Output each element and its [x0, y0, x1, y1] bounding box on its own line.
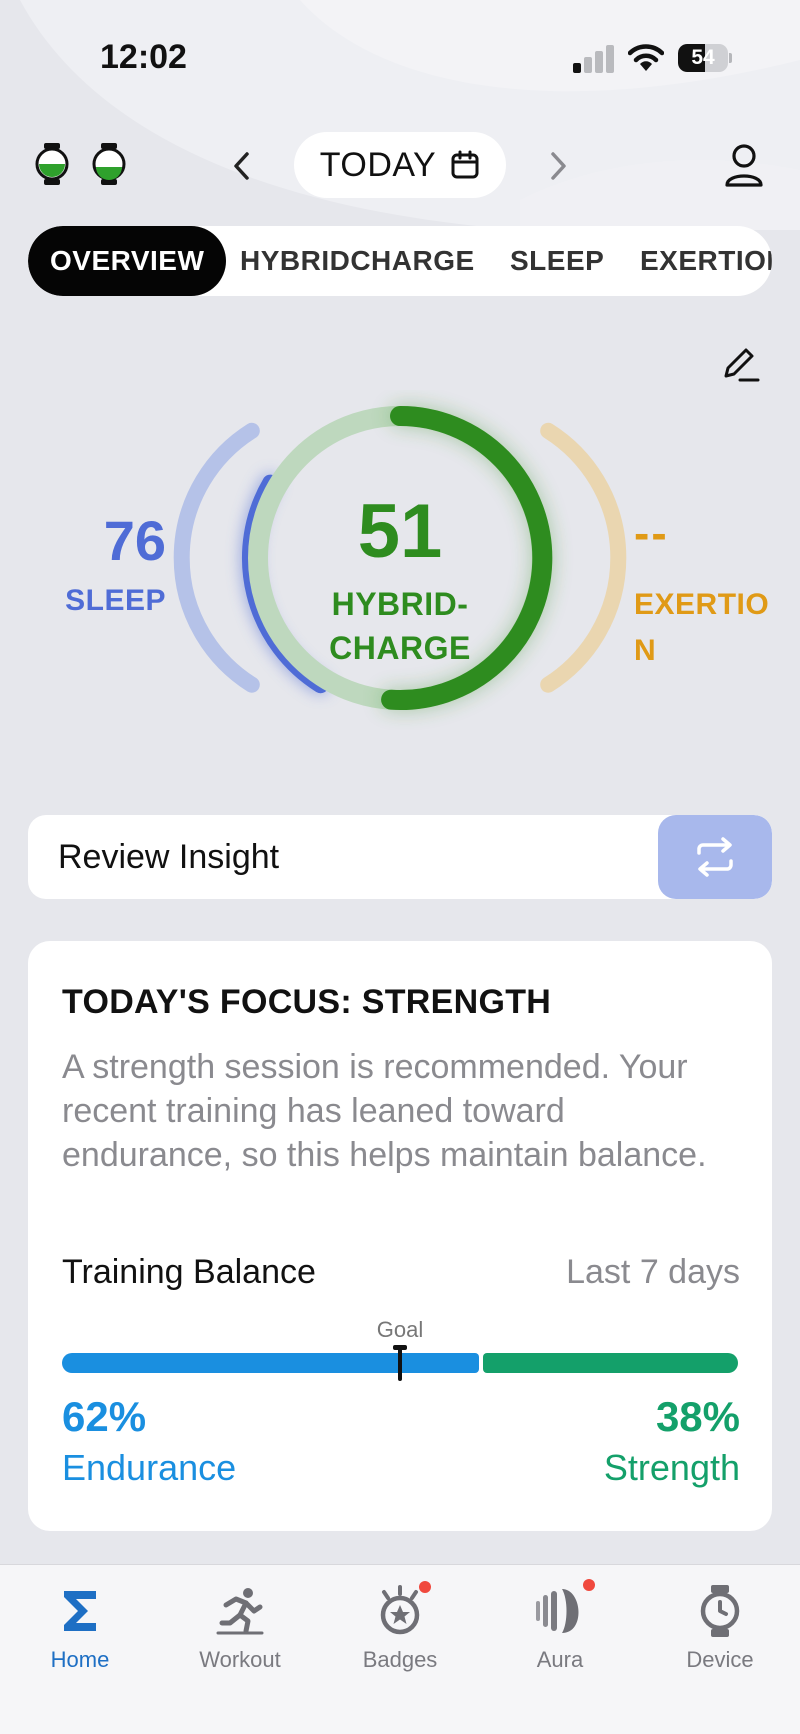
bottom-navigation: Home Workout Badges Aura Device	[0, 1564, 800, 1734]
hybridcharge-label: HYBRID- CHARGE	[329, 586, 471, 666]
review-insight-label: Review Insight	[58, 838, 280, 876]
aura-icon	[536, 1589, 579, 1633]
sleep-label: SLEEP	[65, 584, 166, 617]
nav-badges[interactable]: Badges	[320, 1565, 480, 1695]
todays-focus-card[interactable]: TODAY'S FOCUS: STRENGTH A strength sessi…	[28, 941, 772, 1531]
exertion-score[interactable]: --	[634, 506, 669, 560]
endurance-label: Endurance	[62, 1447, 237, 1488]
exertion-arc-track	[540, 422, 627, 693]
strength-bar	[483, 1353, 738, 1373]
strength-label: Strength	[603, 1447, 740, 1488]
tab-overview[interactable]: OVERVIEW	[28, 226, 227, 296]
medal-icon	[380, 1585, 420, 1635]
nav-home-label: Home	[50, 1647, 110, 1672]
badges-notification-dot	[419, 1581, 431, 1593]
chevron-right-icon[interactable]	[544, 150, 572, 182]
training-balance-period: Last 7 days	[566, 1253, 740, 1291]
profile-icon[interactable]	[724, 143, 764, 187]
sleep-arc-track	[173, 422, 260, 693]
nav-workout[interactable]: Workout	[160, 1565, 320, 1695]
battery-level: 54	[691, 46, 715, 69]
review-insight-card[interactable]: Review Insight	[28, 815, 772, 899]
strength-percent: 38%	[655, 1393, 740, 1440]
tab-exertion[interactable]: EXERTION	[640, 226, 772, 296]
goal-label: Goal	[376, 1317, 424, 1342]
tab-bar: OVERVIEW HYBRIDCHARGE SLEEP EXERTION	[28, 226, 772, 296]
nav-badges-label: Badges	[362, 1647, 438, 1672]
aura-notification-dot	[583, 1579, 595, 1591]
swap-insight-button[interactable]	[658, 815, 772, 899]
tab-sleep[interactable]: SLEEP	[510, 226, 604, 296]
running-icon	[216, 1588, 264, 1635]
nav-workout-label: Workout	[199, 1647, 281, 1672]
swap-icon	[697, 837, 733, 877]
watch-icon	[700, 1585, 740, 1637]
nav-aura[interactable]: Aura	[480, 1565, 640, 1695]
nav-home[interactable]: Home	[0, 1565, 160, 1695]
focus-description: A strength session is recommended. Your …	[62, 1048, 707, 1174]
watch-icon[interactable]	[92, 143, 126, 185]
focus-title: TODAY'S FOCUS: STRENGTH	[62, 983, 552, 1021]
watch-icon[interactable]	[35, 143, 69, 185]
battery-icon: 54	[678, 44, 732, 72]
status-bar: 12:02 54	[0, 0, 800, 120]
hybridcharge-score[interactable]: 51	[300, 488, 500, 575]
nav-device[interactable]: Device	[640, 1565, 800, 1695]
chevron-left-icon[interactable]	[228, 150, 256, 182]
tab-hybridcharge[interactable]: HYBRIDCHARGE	[240, 226, 475, 296]
cellular-signal-icon	[573, 45, 614, 73]
training-balance-title: Training Balance	[62, 1253, 316, 1291]
date-selector[interactable]: TODAY	[294, 132, 506, 198]
edit-icon[interactable]	[720, 344, 760, 384]
status-time: 12:02	[100, 38, 187, 76]
nav-aura-label: Aura	[536, 1647, 584, 1672]
sleep-score[interactable]: 76	[60, 508, 166, 573]
wifi-icon	[628, 44, 664, 71]
goal-marker	[393, 1345, 407, 1381]
calendar-icon	[451, 150, 479, 179]
sigma-icon	[64, 1591, 96, 1631]
endurance-bar	[62, 1353, 480, 1373]
date-label: TODAY	[319, 145, 437, 184]
exertion-label: EXERTION	[634, 588, 770, 667]
endurance-percent: 62%	[62, 1393, 147, 1440]
nav-device-label: Device	[686, 1647, 754, 1672]
